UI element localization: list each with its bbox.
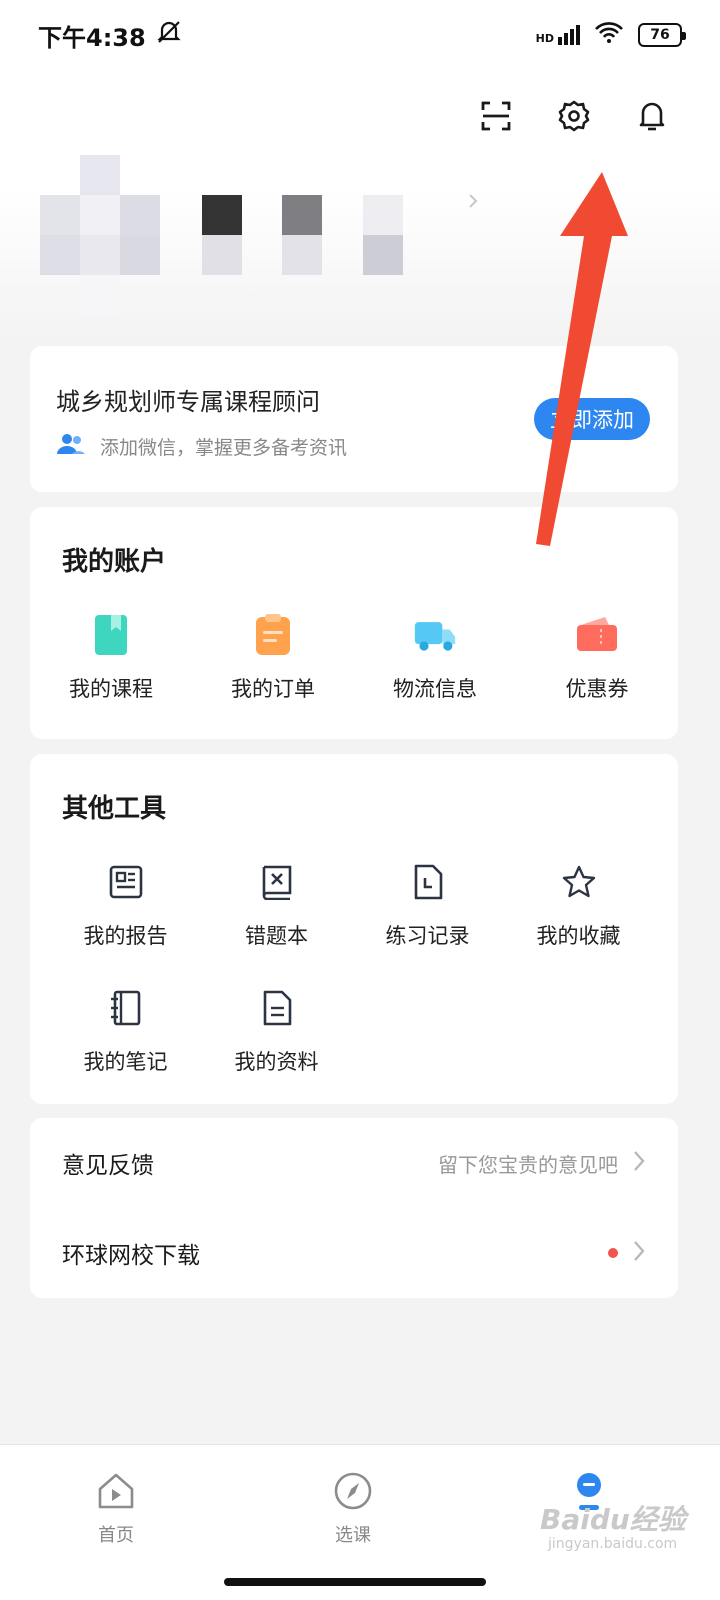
delivery-truck-icon (413, 613, 457, 657)
chevron-right-icon (632, 1149, 646, 1178)
consultant-title: 城乡规划师专属课程顾问 (56, 388, 320, 416)
account-item-coupons[interactable]: 优惠券 (516, 613, 678, 703)
download-row[interactable]: 环球网校下载 (30, 1208, 678, 1298)
download-title: 环球网校下载 (62, 1243, 200, 1269)
other-tools-card: 其他工具 我的报告 错题本 练习记录 我的收藏 我的笔记 我的资料 (30, 754, 678, 1104)
tools-grid-row-2: 我的笔记 我的资料 (50, 986, 698, 1076)
account-item-label: 我的订单 (231, 677, 315, 701)
watermark-url: jingyan.baidu.com (548, 1536, 678, 1552)
account-item-label: 优惠券 (565, 677, 629, 701)
account-item-orders[interactable]: 我的订单 (192, 613, 354, 703)
tools-item-favorites[interactable]: 我的收藏 (503, 860, 654, 950)
nav-home-label: 首页 (98, 1525, 134, 1546)
signal-icon: HD (536, 25, 580, 45)
tools-item-label: 我的资料 (234, 1050, 319, 1074)
home-indicator[interactable] (224, 1578, 486, 1586)
network-type: HD (535, 32, 554, 45)
chevron-right-icon (632, 1239, 646, 1268)
account-grid: 我的课程 我的订单 物流信息 优惠券 (30, 613, 678, 703)
tools-item-practice[interactable]: 练习记录 (352, 860, 503, 950)
nav-courses[interactable]: 选课 (293, 1471, 413, 1547)
scan-icon[interactable] (476, 96, 516, 136)
top-toolbar (476, 96, 672, 136)
consultant-subtitle: 添加微信，掌握更多备考资讯 (100, 437, 348, 459)
nav-home[interactable]: 首页 (56, 1471, 176, 1547)
account-item-courses[interactable]: 我的课程 (30, 613, 192, 703)
tools-item-label: 我的收藏 (536, 924, 621, 948)
tools-grid-row-1: 我的报告 错题本 练习记录 我的收藏 (50, 860, 698, 950)
tools-item-report[interactable]: 我的报告 (50, 860, 201, 950)
settings-icon[interactable] (554, 96, 594, 136)
chevron-right-icon (468, 193, 478, 213)
status-time: 下午4:38 (38, 23, 146, 52)
nav-courses-label: 选课 (335, 1525, 371, 1546)
annotation-arrow (520, 170, 640, 554)
account-section-title: 我的账户 (62, 547, 167, 577)
battery-indicator: 76 (638, 23, 686, 47)
profile-header-blurred[interactable] (40, 155, 480, 315)
status-bar: 下午4:38 HD 76 (0, 0, 720, 70)
order-clipboard-icon (251, 613, 295, 657)
report-icon (104, 860, 148, 904)
watermark-text: Baidu经验 (540, 1503, 686, 1536)
tools-item-materials[interactable]: 我的资料 (201, 986, 352, 1076)
feedback-hint: 留下您宝贵的意见吧 (438, 1152, 618, 1177)
account-item-label: 物流信息 (393, 677, 477, 701)
consultant-subtitle-row: 添加微信，掌握更多备考资讯 (56, 432, 347, 461)
tools-item-mistakes[interactable]: 错题本 (201, 860, 352, 950)
wifi-icon (594, 20, 624, 50)
compass-icon (333, 1471, 373, 1515)
practice-record-icon (406, 860, 450, 904)
notification-dot (608, 1248, 618, 1258)
tools-section-title: 其他工具 (62, 794, 167, 824)
mute-bell-icon (156, 19, 182, 51)
tools-item-notes[interactable]: 我的笔记 (50, 986, 201, 1076)
account-item-label: 我的课程 (69, 677, 153, 701)
course-book-icon (89, 613, 133, 657)
star-icon (557, 860, 601, 904)
tools-item-label: 我的笔记 (83, 1050, 168, 1074)
home-icon (96, 1471, 136, 1515)
feedback-row[interactable]: 意见反馈 留下您宝贵的意见吧 (30, 1118, 678, 1208)
tools-item-label: 我的报告 (83, 924, 168, 948)
mistake-book-icon (255, 860, 299, 904)
settings-list-card: 意见反馈 留下您宝贵的意见吧 环球网校下载 (30, 1118, 678, 1298)
coupon-ticket-icon (575, 613, 619, 657)
account-item-logistics[interactable]: 物流信息 (354, 613, 516, 703)
tools-item-label: 练习记录 (385, 924, 470, 948)
feedback-title: 意见反馈 (62, 1153, 154, 1179)
group-users-icon (56, 432, 86, 461)
tools-item-label: 错题本 (245, 924, 308, 948)
bell-icon[interactable] (632, 96, 672, 136)
notebook-icon (104, 986, 148, 1030)
document-icon (255, 986, 299, 1030)
